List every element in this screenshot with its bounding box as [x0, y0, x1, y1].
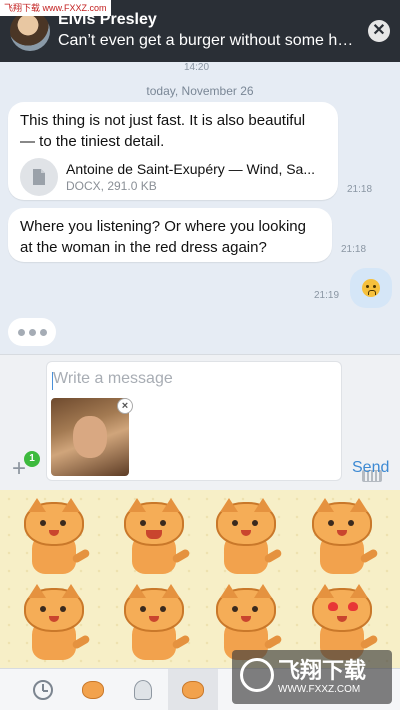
tab-partial[interactable]	[0, 669, 18, 710]
message-bubble[interactable]: This thing is not just fast. It is also …	[8, 102, 338, 200]
cat-sticker-icon	[82, 680, 104, 699]
sticker-cat-laughing[interactable]	[118, 498, 191, 578]
notification-message: Can’t even get a burger without some hea…	[58, 32, 360, 49]
date-separator: today, November 26	[146, 84, 254, 98]
document-attachment[interactable]: Antoine de Saint-Exupéry — Wind, Sa... D…	[20, 158, 326, 196]
ghost-sticker-icon	[134, 679, 152, 700]
outgoing-message-bubble[interactable]	[350, 268, 392, 308]
message-text: Where you listening? Or where you lookin…	[20, 218, 306, 256]
watermark-url: WWW.FXXZ.COM	[278, 684, 361, 695]
worried-face-icon	[362, 279, 380, 297]
file-icon	[20, 158, 58, 196]
message-time: 21:18	[341, 244, 367, 255]
sticker-cat-thumbs-up[interactable]	[210, 498, 283, 578]
typing-dot	[28, 328, 36, 336]
document-meta: DOCX, 291.0 KB	[66, 179, 157, 193]
typing-dot	[39, 328, 47, 336]
composer: Write a message × + 1 Send	[0, 354, 400, 490]
message-bubble[interactable]: Where you listening? Or where you lookin…	[8, 208, 332, 262]
attachment-count-badge: 1	[24, 451, 40, 467]
remove-attachment-icon[interactable]: ×	[117, 398, 133, 414]
watermark-bottom: 飞翔下载 WWW.FXXZ.COM	[232, 650, 392, 704]
sticker-cat-wink[interactable]	[18, 584, 91, 664]
watermark-title: 飞翔下载	[278, 658, 367, 683]
message-input[interactable]: Write a message ×	[46, 361, 382, 482]
sticker-cat-smirk[interactable]	[306, 498, 379, 578]
message-text: This thing is not just fast. It is also …	[20, 112, 306, 150]
cat-sticker-icon	[182, 680, 204, 699]
message-time: 21:19	[314, 290, 340, 301]
tab-ghost-pack[interactable]	[118, 669, 168, 710]
watermark-top: 飞翔下载 www.FXXZ.com	[0, 0, 111, 16]
message-time: 14:20	[184, 62, 210, 73]
message-placeholder: Write a message	[53, 370, 173, 387]
tab-recent[interactable]	[18, 669, 68, 710]
tab-cat-pack-active[interactable]	[168, 668, 218, 710]
send-button[interactable]: Send	[352, 459, 389, 477]
portrait-image	[73, 416, 107, 458]
sticker-cat-wink-finger[interactable]	[118, 584, 191, 664]
clock-icon	[33, 679, 53, 700]
avatar	[10, 11, 50, 51]
message-time: 21:18	[347, 184, 373, 195]
typing-indicator	[8, 318, 56, 346]
watermark-logo-icon	[240, 658, 274, 692]
chat-area[interactable]: 14:20 today, November 26 This thing is n…	[0, 62, 400, 354]
typing-dot	[17, 328, 25, 336]
sticker-panel	[0, 490, 400, 668]
document-name: Antoine de Saint-Exupéry — Wind, Sa...	[66, 161, 316, 177]
close-icon[interactable]: ✕	[368, 20, 390, 42]
sticker-cat-tongue[interactable]	[18, 498, 91, 578]
tab-cat-pack[interactable]	[68, 669, 118, 710]
